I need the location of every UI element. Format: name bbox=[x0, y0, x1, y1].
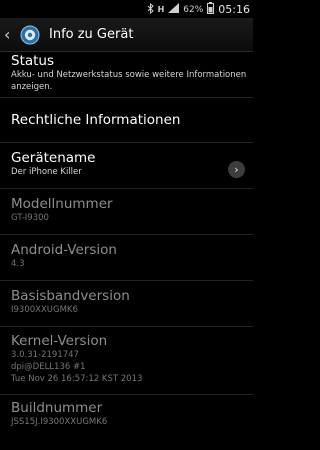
back-chevron-icon[interactable]: ‹ bbox=[4, 18, 18, 51]
signal-icon bbox=[168, 3, 180, 16]
item-title: Status bbox=[11, 53, 55, 69]
clock: 05:16 bbox=[218, 3, 250, 16]
page-title: Info zu Gerät bbox=[49, 27, 134, 42]
settings-list: Status Akku- und Netzwerkstatus sowie we… bbox=[0, 51, 253, 440]
list-item-android-version: Android-Version 4.3 bbox=[0, 235, 253, 281]
item-title: Buildnummer bbox=[11, 400, 103, 416]
battery-icon bbox=[207, 2, 215, 17]
bluetooth-icon bbox=[147, 2, 154, 17]
item-title: Basisbandversion bbox=[11, 288, 130, 304]
list-item-baseband-version: Basisbandversion I9300XXUGMK6 bbox=[0, 281, 253, 327]
status-icons: H 62% 05:16 bbox=[147, 2, 250, 17]
item-subtitle: JSS15J.I9300XXUGMK6 bbox=[11, 417, 108, 427]
list-item-model-number: Modellnummer GT-I9300 bbox=[0, 189, 253, 235]
item-subtitle: GT-I9300 bbox=[11, 213, 49, 223]
item-title: Kernel-Version bbox=[11, 333, 108, 349]
item-title: Android-Version bbox=[11, 242, 117, 258]
chevron-right-icon[interactable]: › bbox=[228, 161, 245, 178]
item-title: Rechtliche Informationen bbox=[11, 112, 181, 128]
list-item-device-name[interactable]: Gerätename Der iPhone Killer › bbox=[0, 143, 253, 189]
item-title: Modellnummer bbox=[11, 196, 113, 212]
list-item-build-number: Buildnummer JSS15J.I9300XXUGMK6 bbox=[0, 395, 253, 440]
item-subtitle: Akku- und Netzwerkstatus sowie weitere I… bbox=[11, 70, 247, 92]
list-item-status[interactable]: Status Akku- und Netzwerkstatus sowie we… bbox=[0, 51, 253, 98]
network-h-icon: H bbox=[157, 5, 165, 14]
item-subtitle: 3.0.31-2191747 dpi@DELL136 #1 Tue Nov 26… bbox=[11, 350, 143, 384]
list-item-legal-info[interactable]: Rechtliche Informationen bbox=[0, 98, 253, 143]
item-subtitle: I9300XXUGMK6 bbox=[11, 305, 78, 315]
item-subtitle: Der iPhone Killer bbox=[11, 167, 82, 177]
item-title: Gerätename bbox=[11, 150, 96, 166]
list-item-kernel-version: Kernel-Version 3.0.31-2191747 dpi@DELL13… bbox=[0, 327, 253, 395]
action-bar: ‹ Info zu Gerät bbox=[0, 18, 253, 52]
item-subtitle: 4.3 bbox=[11, 259, 25, 269]
status-bar: H 62% 05:16 bbox=[0, 0, 253, 18]
gear-icon[interactable] bbox=[20, 25, 40, 45]
battery-percent: 62% bbox=[183, 4, 204, 15]
